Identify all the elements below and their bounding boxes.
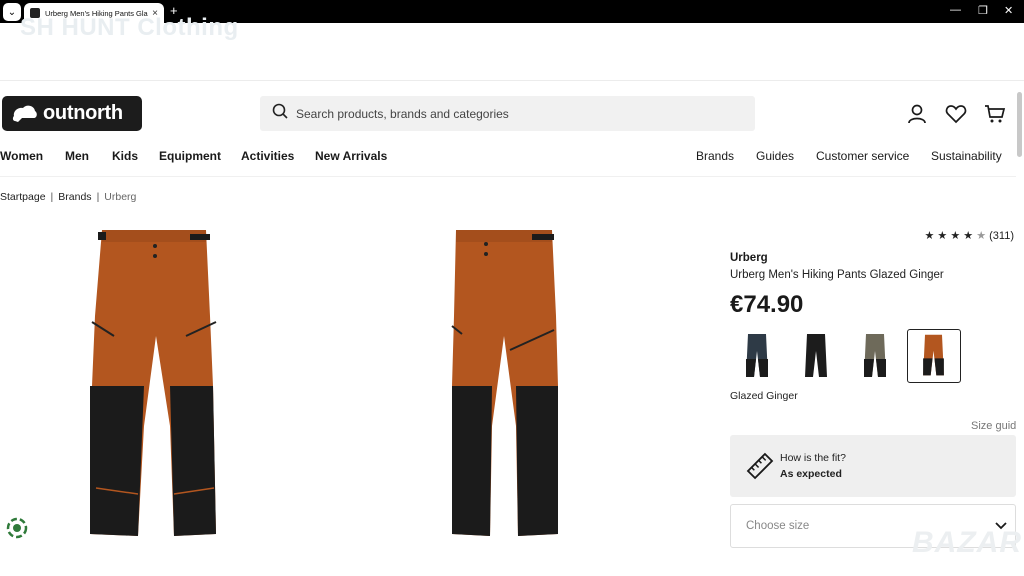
- nav-new-arrivals[interactable]: New Arrivals: [315, 149, 387, 163]
- eco-badge-icon[interactable]: [6, 517, 28, 539]
- rating-stars: ★ ★ ★ ★ ★: [924, 230, 987, 242]
- size-select-placeholder: Choose size: [746, 520, 810, 532]
- fit-info-box: How is the fit? As expected: [730, 435, 1016, 497]
- search-icon: [272, 103, 288, 124]
- color-swatch-glazed-ginger[interactable]: [907, 329, 961, 383]
- color-swatch-black[interactable]: [789, 329, 843, 383]
- rating-count: (311): [989, 230, 1014, 242]
- scrollbar-thumb[interactable]: [1017, 92, 1022, 157]
- color-swatch-olive[interactable]: [848, 329, 902, 383]
- product-brand[interactable]: Urberg: [730, 252, 768, 264]
- nav-customer-service[interactable]: Customer service: [816, 149, 909, 163]
- rating[interactable]: ★ ★ ★ ★ ★ (311): [925, 229, 1014, 242]
- nav-equipment[interactable]: Equipment: [159, 149, 221, 163]
- fit-answer: As expected: [780, 468, 842, 480]
- breadcrumb: Startpage | Brands | Urberg: [0, 191, 137, 203]
- nav-brands[interactable]: Brands: [696, 149, 734, 163]
- size-guide-link[interactable]: Size guid: [971, 420, 1016, 432]
- wishlist-heart-icon[interactable]: [945, 103, 967, 125]
- search-input[interactable]: [296, 106, 736, 121]
- product-price: €74.90: [730, 291, 804, 318]
- color-swatch-navy[interactable]: [730, 329, 784, 383]
- page-scrollbar[interactable]: [1016, 80, 1024, 576]
- nav-activities[interactable]: Activities: [241, 149, 294, 163]
- fit-question: How is the fit?: [780, 452, 846, 464]
- breadcrumb-startpage[interactable]: Startpage: [0, 191, 46, 203]
- minimize-icon[interactable]: —: [950, 4, 961, 16]
- ruler-icon: [746, 452, 774, 485]
- breadcrumb-brands[interactable]: Brands: [58, 191, 91, 203]
- logo-cloud-icon: [12, 104, 38, 124]
- watermark-bazar: BAZAR: [912, 526, 1022, 559]
- tab-list-chevron-icon[interactable]: ⌄: [3, 3, 21, 21]
- restore-icon[interactable]: ❐: [978, 4, 988, 17]
- divider: [0, 176, 1016, 177]
- nav-guides[interactable]: Guides: [756, 149, 794, 163]
- search-bar[interactable]: [260, 96, 755, 131]
- account-icon[interactable]: [906, 103, 928, 125]
- breadcrumb-current: Urberg: [104, 191, 137, 203]
- main-nav: Women Men Kids Equipment Activities New …: [0, 149, 1024, 165]
- nav-men[interactable]: Men: [65, 149, 89, 163]
- product-name: Urberg Men's Hiking Pants Glazed Ginger: [730, 269, 944, 281]
- close-window-icon[interactable]: ✕: [1004, 4, 1013, 17]
- nav-kids[interactable]: Kids: [112, 149, 138, 163]
- nav-women[interactable]: Women: [0, 149, 43, 163]
- selected-color-label: Glazed Ginger: [730, 390, 798, 402]
- logo-text: outnorth: [43, 102, 123, 124]
- product-image-back[interactable]: [446, 226, 564, 540]
- nav-sustainability[interactable]: Sustainability: [931, 149, 1002, 163]
- divider: [0, 80, 1024, 81]
- product-image-front[interactable]: [82, 226, 227, 540]
- cart-icon[interactable]: [984, 103, 1006, 125]
- watermark-text: SH HUNT Clothing: [20, 14, 239, 41]
- site-logo[interactable]: outnorth: [2, 96, 142, 131]
